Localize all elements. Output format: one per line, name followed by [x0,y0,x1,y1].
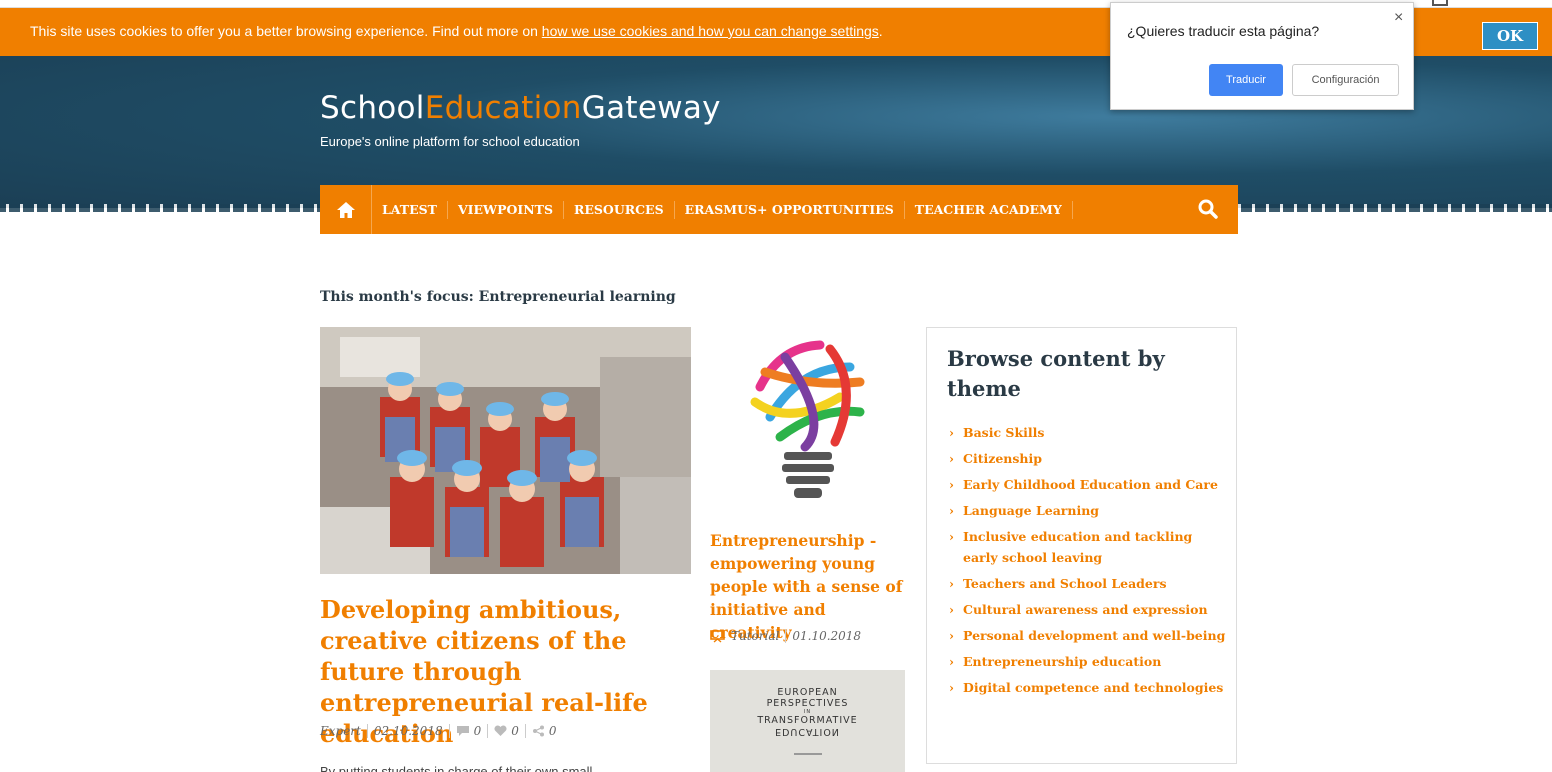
nav-home-button[interactable] [320,185,372,234]
comments-count[interactable]: 0 [456,724,482,738]
divider [524,724,526,738]
book-title-line: PERSPECTIVES [766,698,849,709]
nav-item-viewpoints[interactable]: VIEWPOINTS [448,200,564,219]
nav-item-resources[interactable]: RESOURCES [564,200,675,219]
chevron-right-icon: › [949,654,954,669]
browse-heading: Browse content by theme [947,346,1165,401]
theme-item-personal-development[interactable]: › Personal development and well-being [949,625,1229,646]
theme-label: Teachers and School Leaders [963,576,1167,591]
search-icon [1198,199,1218,219]
nav-item-teacher-academy[interactable]: TEACHER ACADEMY [905,200,1073,219]
site-tagline: Europe's online platform for school educ… [320,134,580,149]
divider [448,724,450,738]
theme-item-citizenship[interactable]: › Citizenship [949,448,1229,469]
translate-settings-button[interactable]: Configuración [1292,64,1399,96]
translate-popup: ¿Quieres traducir esta página? × Traduci… [1110,2,1414,110]
theme-item-entrepreneurship[interactable]: › Entrepreneurship education [949,651,1229,672]
theme-label: Basic Skills [963,425,1045,440]
cookie-settings-link[interactable]: how we use cookies and how you can chang… [542,23,879,39]
home-icon [336,201,355,218]
nav-search-button[interactable] [1198,199,1218,222]
logo-text-education: Education [424,90,582,126]
cookie-text-end: . [878,23,883,39]
tutorial-image[interactable] [710,327,906,510]
theme-item-cultural-awareness[interactable]: › Cultural awareness and expression [949,599,1229,620]
classroom-photo [320,327,691,574]
tutorial-date: 01.10.2018 [792,629,862,643]
featured-article-image[interactable] [320,327,691,574]
shares-value: 0 [548,724,557,738]
cookie-text: This site uses cookies to offer you a be… [30,23,542,39]
chevron-right-icon: › [949,477,954,492]
divider [785,629,787,643]
nav-item-latest[interactable]: LATEST [372,200,448,219]
divider [366,724,368,738]
book-divider [793,753,822,755]
nav-item-erasmus[interactable]: ERASMUS+ OPPORTUNITIES [675,200,905,219]
theme-label: Early Childhood Education and Care [963,477,1218,492]
theme-item-language-learning[interactable]: › Language Learning [949,500,1229,521]
theme-item-teachers-school-leaders[interactable]: › Teachers and School Leaders [949,573,1229,594]
article-date: 02.10.2018 [373,724,443,738]
article-type: Expert [320,724,361,738]
chevron-right-icon: › [949,529,954,544]
divider [487,724,489,738]
theme-label: Citizenship [963,451,1042,466]
likes-value: 0 [511,724,519,738]
close-icon[interactable]: × [1394,9,1403,27]
comments-value: 0 [473,724,482,738]
chevron-right-icon: › [949,503,954,518]
browse-by-theme-panel: Browse content by theme › Basic Skills › C… [926,327,1237,764]
logo-text-school: School [320,90,425,126]
theme-item-early-childhood[interactable]: › Early Childhood Education and Care [949,474,1229,495]
share-icon [532,725,544,737]
tutorial-type: Tutorial [731,629,780,643]
browser-icon[interactable] [1432,0,1448,6]
translate-button[interactable]: Traducir [1209,64,1283,96]
theme-item-digital-competence[interactable]: › Digital competence and technologies [949,677,1229,698]
book-title-line: EUROPEAN [777,687,838,698]
shares-count[interactable]: 0 [532,724,557,738]
theme-label: Digital competence and technologies [963,680,1224,695]
focus-heading: This month's focus: Entrepreneurial lear… [320,289,676,305]
cookie-ok-button[interactable]: OK [1482,22,1538,50]
theme-item-inclusive-education[interactable]: › Inclusive education and tackling early … [949,526,1229,568]
heart-icon [494,725,507,736]
theme-label: Entrepreneurship education [963,654,1162,669]
theme-list: › Basic Skills › Citizenship › Early Childh… [949,422,1229,703]
book-title-line: TRANSFORMATIVE [757,715,858,726]
tutorial-title[interactable]: Entrepreneurship - empowering young peop… [710,529,910,644]
lightbulb-icon [750,334,866,498]
logo-text-gateway: Gateway [581,90,721,126]
theme-label: Cultural awareness and expression [963,602,1208,617]
chevron-right-icon: › [949,680,954,695]
presentation-icon [710,629,725,643]
translate-question: ¿Quieres traducir esta página? [1127,23,1320,39]
tutorial-meta: Tutorial 01.10.2018 [710,629,861,643]
chevron-right-icon: › [949,451,954,466]
book-title-line: EDUCATION [775,726,840,737]
theme-label: Inclusive education and tackling early s… [963,529,1193,565]
theme-label: Personal development and well-being [963,628,1226,643]
featured-article-meta: Expert 02.10.2018 0 0 0 [320,724,557,738]
chevron-right-icon: › [949,576,954,591]
book-cover-image[interactable]: EUROPEAN PERSPECTIVES IN TRANSFORMATIVE … [710,670,905,772]
main-navigation: LATEST VIEWPOINTS RESOURCES ERASMUS+ OPP… [320,185,1238,234]
theme-item-basic-skills[interactable]: › Basic Skills [949,422,1229,443]
chevron-right-icon: › [949,628,954,643]
featured-article-excerpt: By putting students in charge of their o… [320,764,593,772]
likes-count[interactable]: 0 [494,724,519,738]
chevron-right-icon: › [949,425,954,440]
cookie-message: This site uses cookies to offer you a be… [30,23,883,39]
chevron-right-icon: › [949,602,954,617]
comment-icon [456,726,469,736]
theme-label: Language Learning [963,503,1100,518]
site-logo[interactable]: SchoolEducationGateway [320,90,721,126]
